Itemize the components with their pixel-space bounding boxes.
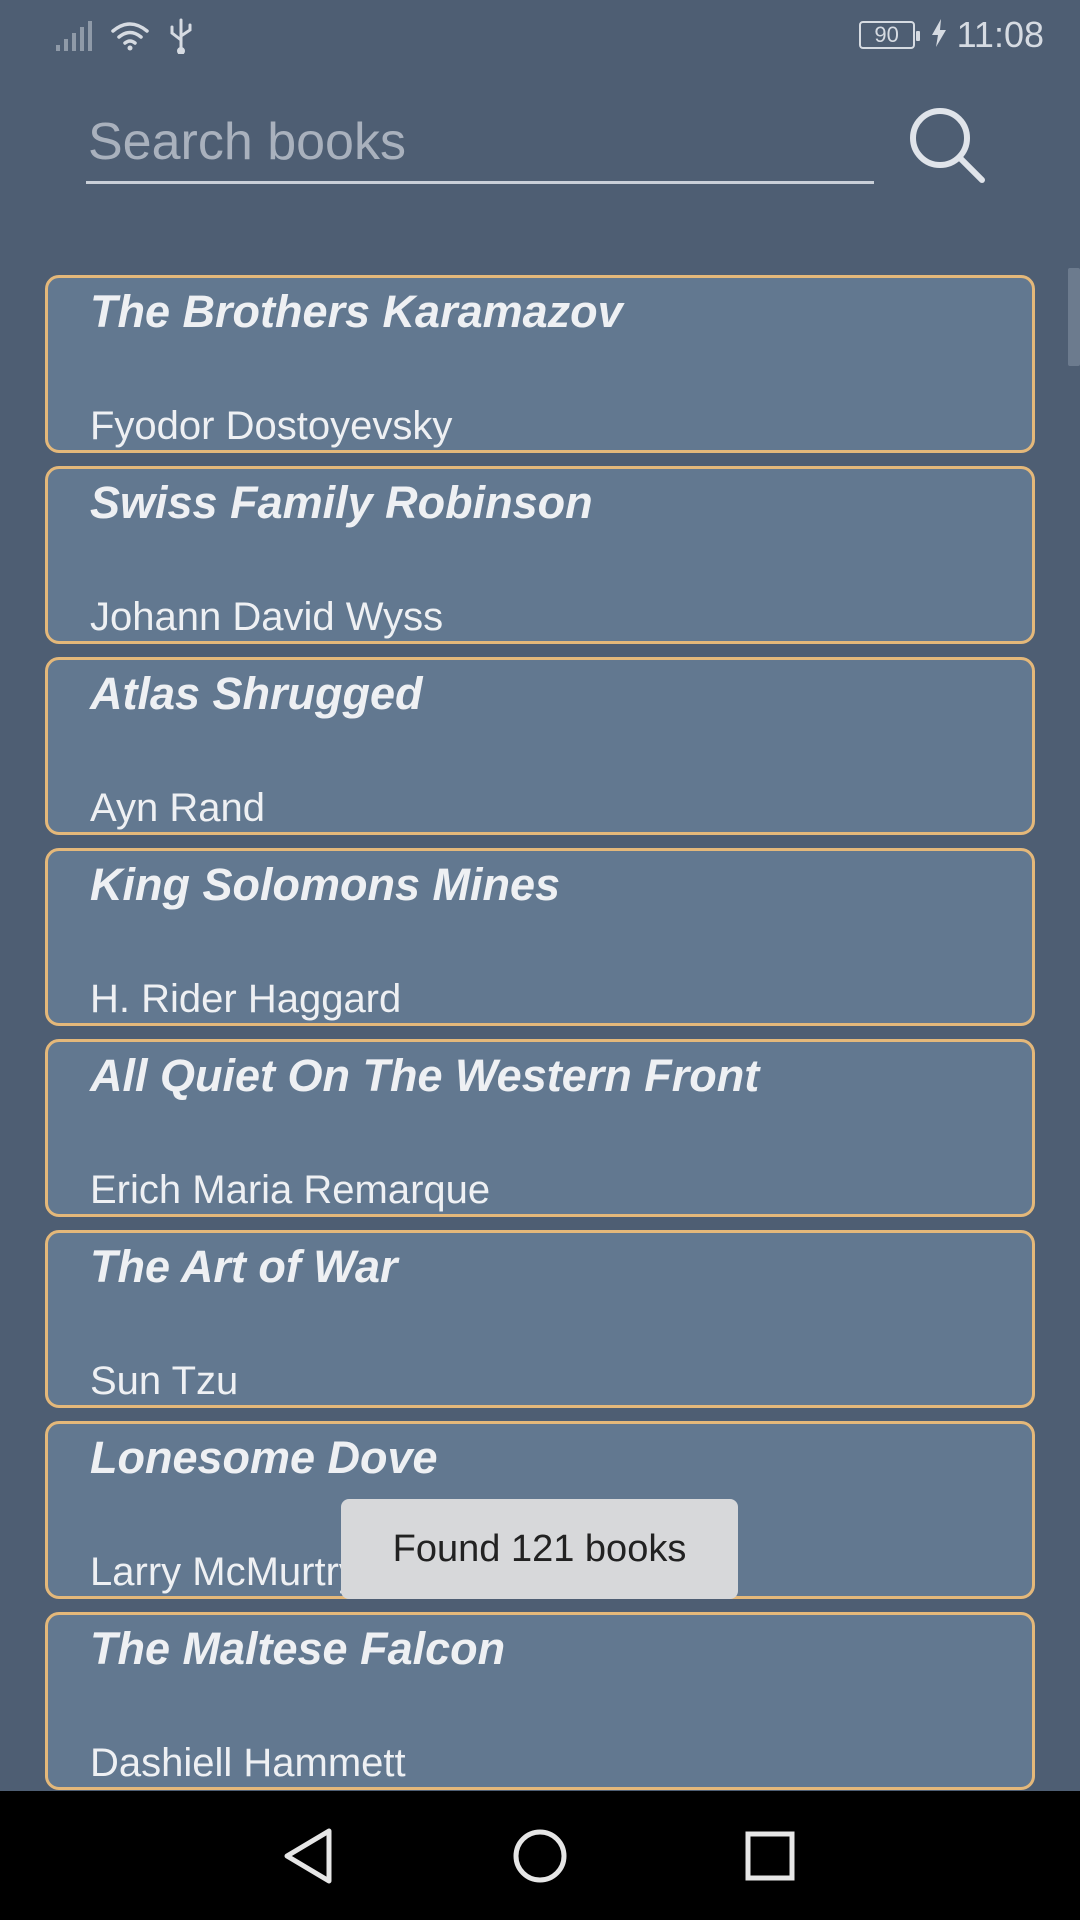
search-input[interactable] — [86, 104, 874, 180]
book-title: All Quiet On The Western Front — [90, 1050, 760, 1101]
battery-icon: 90 — [858, 21, 920, 49]
book-card[interactable]: The Brothers Karamazov Fyodor Dostoyevsk… — [45, 275, 1035, 453]
usb-icon — [168, 18, 194, 59]
search-icon — [906, 108, 990, 192]
back-button[interactable] — [273, 1821, 343, 1891]
status-icons-left — [56, 18, 194, 59]
book-title: Lonesome Dove — [90, 1432, 438, 1483]
status-time: 11:08 — [956, 14, 1044, 55]
scrollbar-thumb[interactable] — [1068, 268, 1080, 366]
book-card[interactable]: Atlas Shrugged Ayn Rand — [45, 657, 1035, 835]
recents-square-icon — [735, 1831, 805, 1895]
book-title: The Brothers Karamazov — [90, 286, 623, 337]
book-author: Dashiell Hammett — [90, 1741, 406, 1785]
navigation-bar — [0, 1791, 1080, 1920]
signal-icon — [56, 21, 92, 56]
book-card[interactable]: Swiss Family Robinson Johann David Wyss — [45, 466, 1035, 644]
home-button[interactable] — [505, 1821, 575, 1891]
charging-icon — [931, 18, 947, 52]
status-icons-right: 90 11:08 — [858, 14, 1044, 56]
recents-button[interactable] — [735, 1821, 805, 1891]
status-bar: 90 11:08 — [0, 0, 1080, 72]
book-card[interactable]: The Maltese Falcon Dashiell Hammett — [45, 1612, 1035, 1790]
book-author: Johann David Wyss — [90, 595, 444, 639]
book-card[interactable]: King Solomons Mines H. Rider Haggard — [45, 848, 1035, 1026]
home-circle-icon — [505, 1829, 575, 1895]
book-author: Fyodor Dostoyevsky — [90, 404, 453, 448]
book-author: Ayn Rand — [90, 786, 265, 830]
back-triangle-icon — [273, 1828, 343, 1895]
toast-message: Found 121 books — [341, 1499, 738, 1599]
book-card[interactable]: The Art of War Sun Tzu — [45, 1230, 1035, 1408]
book-title: Atlas Shrugged — [90, 668, 423, 719]
book-title: King Solomons Mines — [90, 859, 561, 910]
search-field — [86, 104, 874, 184]
book-card[interactable]: All Quiet On The Western Front Erich Mar… — [45, 1039, 1035, 1217]
book-author: Erich Maria Remarque — [90, 1168, 491, 1212]
book-title: The Maltese Falcon — [90, 1623, 506, 1674]
book-title: The Art of War — [90, 1241, 398, 1292]
wifi-icon — [110, 20, 150, 57]
search-button[interactable] — [906, 104, 990, 188]
book-author: H. Rider Haggard — [90, 977, 402, 1021]
book-author: Larry McMurtry — [90, 1550, 359, 1594]
book-author: Sun Tzu — [90, 1359, 239, 1403]
book-title: Swiss Family Robinson — [90, 477, 593, 528]
